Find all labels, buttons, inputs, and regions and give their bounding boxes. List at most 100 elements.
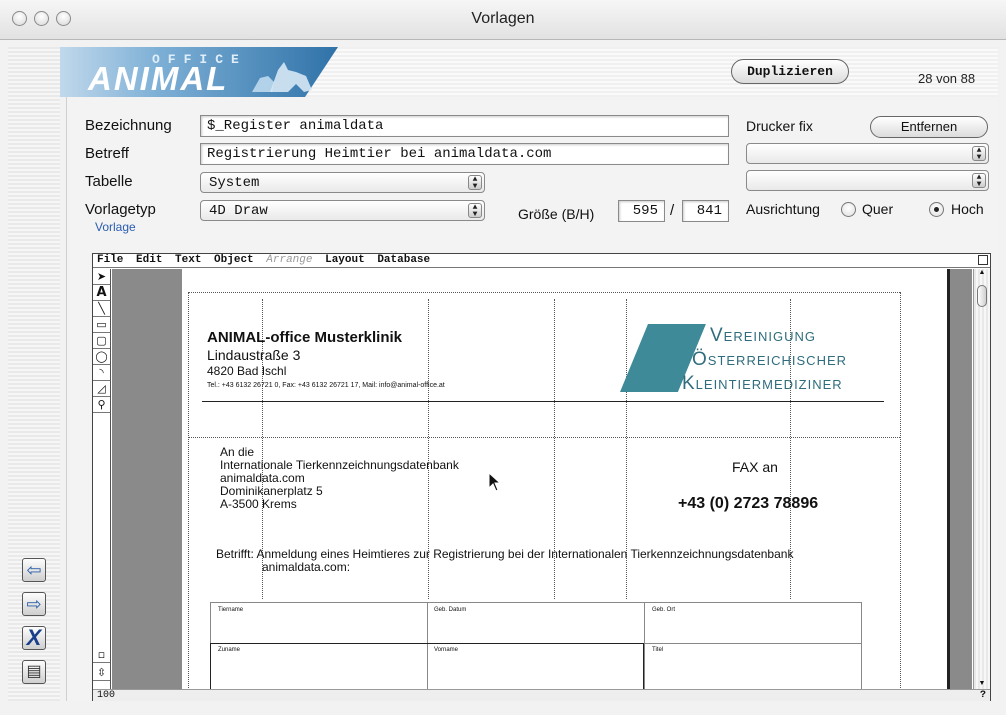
page-edge-shadow xyxy=(947,269,972,689)
line-tool-icon[interactable]: ╲ xyxy=(93,301,110,317)
letterhead-rule xyxy=(202,401,884,402)
table-divider xyxy=(644,602,645,689)
clinic-name: ANIMAL-office Musterklinik xyxy=(207,329,403,346)
vertical-scrollbar[interactable]: ▲ ▼ xyxy=(973,269,990,689)
duplicate-button[interactable]: Duplizieren xyxy=(731,59,849,84)
printer-select[interactable]: ▲ ▼ xyxy=(746,143,989,164)
association-line-3: Kleintiermediziner xyxy=(682,373,843,394)
grid-line xyxy=(188,292,900,294)
rectangle-tool-icon[interactable]: ▭ xyxy=(93,317,110,333)
groesse-label: Größe (B/H) xyxy=(518,206,595,222)
table-cell: Vorname xyxy=(434,647,459,653)
fax-label: FAX an xyxy=(732,459,778,475)
editor-menubar: File Edit Text Object Arrange Layout Dat… xyxy=(93,254,990,268)
scroll-thumb[interactable] xyxy=(977,285,987,307)
mouse-cursor-icon xyxy=(488,472,502,492)
recipient-line-1: An die xyxy=(220,445,255,459)
popup-arrows-icon: ▲ ▼ xyxy=(468,175,482,191)
x-delete-icon: X xyxy=(26,625,42,650)
horizontal-scrollbar[interactable]: 100 ? xyxy=(93,689,990,701)
drucker-label: Drucker fix xyxy=(746,118,813,134)
arc-tool-icon[interactable]: ◝ xyxy=(93,365,110,381)
hoch-label: Hoch xyxy=(951,201,984,217)
floppy-disk-icon: ▤ xyxy=(26,663,42,680)
document-page: ANIMAL-office Musterklinik Lindaustraße … xyxy=(182,269,952,689)
subject-line-1: Betrifft: Anmeldung eines Heimtieres zur… xyxy=(216,547,794,561)
quer-radio[interactable] xyxy=(841,202,856,217)
popup-arrows-icon: ▲ ▼ xyxy=(468,203,482,219)
vorlagetyp-select[interactable]: 4D Draw ▲ ▼ xyxy=(200,200,485,221)
tab-vorlage[interactable]: Vorlage xyxy=(95,220,136,234)
clinic-street: Lindaustraße 3 xyxy=(207,347,301,363)
paper-select[interactable]: ▲ ▼ xyxy=(746,170,989,191)
recipient-line-3: animaldata.com xyxy=(220,471,305,485)
recipient-line-4: Dominikanerplatz 5 xyxy=(220,484,323,498)
tabelle-select[interactable]: System ▲ ▼ xyxy=(200,172,485,193)
menu-edit[interactable]: Edit xyxy=(136,254,162,266)
scroll-down-icon[interactable]: ▼ xyxy=(974,680,990,687)
arrow-right-icon: ⇨ xyxy=(26,594,42,614)
clinic-contact: Tel.: +43 6132 26721 0, Fax: +43 6132 26… xyxy=(207,382,445,389)
hoch-radio[interactable] xyxy=(929,202,944,217)
previous-record-button[interactable]: ⇦ xyxy=(22,558,46,582)
menu-object[interactable]: Object xyxy=(214,254,254,266)
logo-animal-text: ANIMAL xyxy=(88,60,229,97)
title-bar: Vorlagen xyxy=(0,0,1006,40)
association-line-1: Vereinigung xyxy=(710,325,817,346)
page-tool-icon[interactable]: ▫ xyxy=(93,647,110,663)
zoom-tool-icon[interactable]: ⚲ xyxy=(93,397,110,413)
tabelle-select-value: System xyxy=(209,175,260,191)
table-cell: Geb. Ort xyxy=(652,607,676,613)
editor-zoom-box-icon[interactable] xyxy=(978,255,988,265)
width-field[interactable]: 595 xyxy=(618,200,665,222)
tabelle-label: Tabelle xyxy=(85,173,133,190)
table-cell: Tiername xyxy=(218,607,244,613)
vorlagetyp-select-value: 4D Draw xyxy=(209,203,268,219)
tool-palette: ➤ A ╲ ▭ ▢ ◯ ◝ ◿ ⚲ ▫ ⇳ xyxy=(93,269,111,689)
oval-tool-icon[interactable]: ◯ xyxy=(93,349,110,365)
recipient-line-5: A-3500 Krems xyxy=(220,497,297,511)
menu-arrange: Arrange xyxy=(266,254,313,266)
rounded-rect-tool-icon[interactable]: ▢ xyxy=(93,333,110,349)
grid-line xyxy=(188,437,900,438)
bezeichnung-label: Bezeichnung xyxy=(85,117,172,134)
grid-line xyxy=(188,292,189,689)
zoom-level: 100 xyxy=(97,690,116,701)
size-separator: / xyxy=(670,202,675,219)
drawing-canvas[interactable]: ANIMAL-office Musterklinik Lindaustraße … xyxy=(112,269,972,689)
arrow-tool-icon[interactable]: ➤ xyxy=(93,269,110,285)
table-cell: Zuname xyxy=(218,647,241,653)
table-cell: Geb. Datum xyxy=(434,607,467,613)
fax-number: +43 (0) 2723 78896 xyxy=(678,495,819,512)
menu-file[interactable]: File xyxy=(97,254,123,266)
table-cell: Titel xyxy=(652,647,664,653)
arrow-left-icon: ⇦ xyxy=(26,560,42,580)
text-tool-icon[interactable]: A xyxy=(93,285,110,301)
grid-line xyxy=(900,292,901,689)
help-icon[interactable]: ? xyxy=(980,690,986,701)
bezeichnung-field[interactable]: $_Register animaldata xyxy=(200,115,729,137)
vorlagetyp-label: Vorlagetyp xyxy=(85,201,156,218)
table-highlight xyxy=(210,643,644,689)
ausrichtung-label: Ausrichtung xyxy=(746,201,820,217)
next-record-button[interactable]: ⇨ xyxy=(22,592,46,616)
menu-database[interactable]: Database xyxy=(377,254,430,266)
clinic-city: 4820 Bad Ischl xyxy=(207,364,287,378)
draw-editor[interactable]: File Edit Text Object Arrange Layout Dat… xyxy=(92,253,991,701)
animals-logo-icon xyxy=(252,62,312,92)
popup-arrows-icon: ▲ ▼ xyxy=(972,146,986,162)
delete-record-button[interactable]: X xyxy=(22,626,46,650)
menu-layout[interactable]: Layout xyxy=(325,254,365,266)
scroll-up-icon[interactable]: ▲ xyxy=(974,269,990,276)
height-field[interactable]: 841 xyxy=(682,200,729,222)
betreff-label: Betreff xyxy=(85,145,129,162)
betreff-field[interactable]: Registrierung Heimtier bei animaldata.co… xyxy=(200,143,729,165)
entfernen-button[interactable]: Entfernen xyxy=(870,116,988,138)
window-title: Vorlagen xyxy=(471,10,535,27)
stepper-tool-icon[interactable]: ⇳ xyxy=(93,665,110,681)
menu-text[interactable]: Text xyxy=(175,254,201,266)
save-record-button[interactable]: ▤ xyxy=(22,660,46,684)
polygon-tool-icon[interactable]: ◿ xyxy=(93,381,110,397)
record-counter: 28 von 88 xyxy=(918,71,976,86)
recipient-line-2: Internationale Tierkennzeichnungsdatenba… xyxy=(220,458,459,472)
